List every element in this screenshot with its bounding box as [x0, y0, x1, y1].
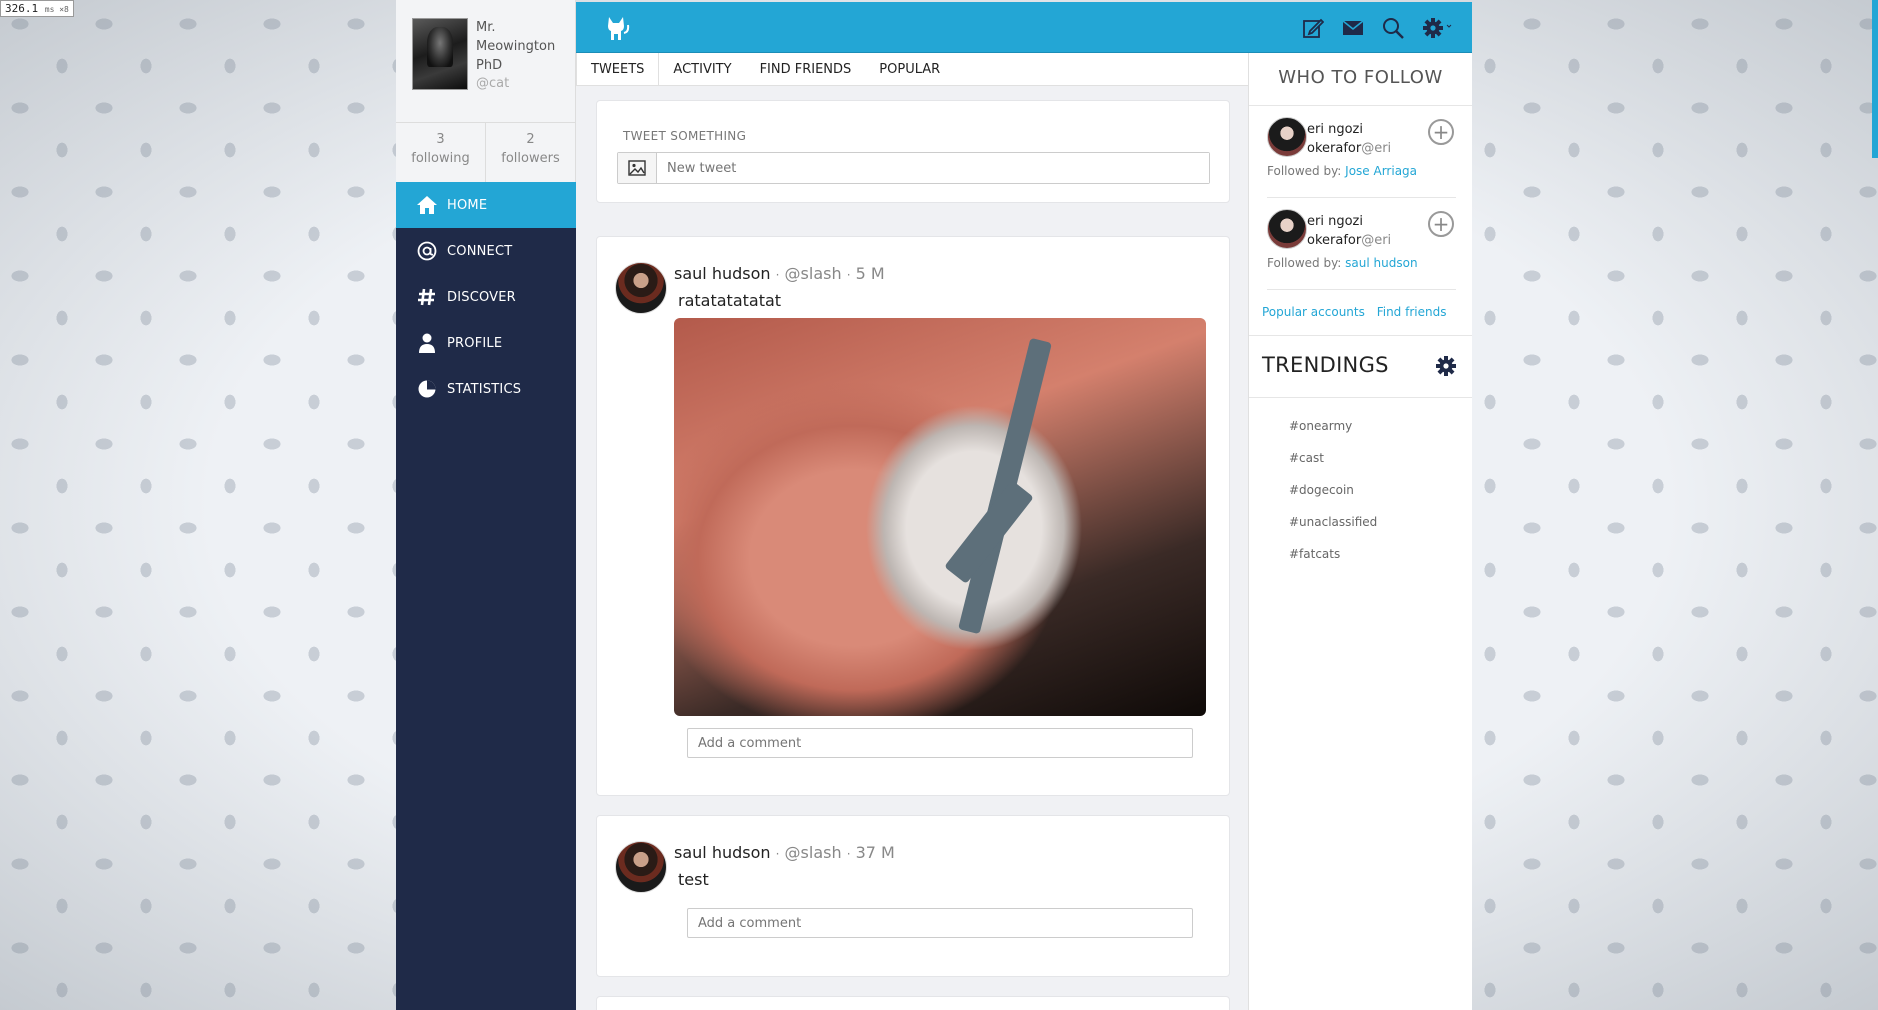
tab-activity[interactable]: ACTIVITY — [659, 53, 745, 85]
avatar[interactable] — [1267, 117, 1307, 157]
nav-label: CONNECT — [447, 243, 513, 259]
tab-find-friends[interactable]: FIND FRIENDS — [746, 53, 866, 85]
trend-item[interactable]: #fatcats — [1249, 538, 1472, 570]
avatar[interactable] — [412, 18, 468, 90]
profile-handle: @cat — [476, 76, 510, 91]
scrollbar[interactable] — [1872, 0, 1878, 158]
popular-accounts-link[interactable]: Popular accounts — [1262, 305, 1365, 319]
nav-item-connect[interactable]: CONNECT — [396, 228, 576, 274]
tweet-author[interactable]: saul hudson — [674, 264, 771, 283]
profile-name: Mr. Meowington PhD — [476, 20, 556, 73]
image-icon — [628, 160, 646, 176]
main-nav: HOME CONNECT DISCOVER PROFILE STATISTICS — [396, 182, 576, 412]
gear-icon[interactable] — [1435, 355, 1457, 381]
right-sidebar: WHO TO FOLLOW eri ngozi okerafor@eri + F… — [1248, 53, 1472, 1010]
nav-label: DISCOVER — [447, 289, 516, 305]
suggestion-name[interactable]: eri ngozi okerafor@eri — [1307, 120, 1417, 158]
top-bar-icons — [1302, 17, 1452, 39]
comment-input[interactable] — [687, 908, 1193, 938]
trendings-title: TRENDINGS — [1262, 353, 1389, 377]
plus-icon: + — [1432, 212, 1450, 236]
tweet-meta: · @slash · 37 M — [775, 843, 895, 862]
follow-suggestion: eri ngozi okerafor@eri + Followed by: Jo… — [1267, 106, 1456, 198]
user-icon — [416, 332, 438, 354]
avatar[interactable] — [615, 841, 667, 893]
tweet-text: test — [678, 870, 709, 889]
nav-item-profile[interactable]: PROFILE — [396, 320, 576, 366]
image-detail — [958, 337, 1052, 635]
tweet-text: ratatatatatat — [678, 291, 782, 310]
new-tweet-input[interactable] — [657, 153, 1209, 183]
nav-item-statistics[interactable]: STATISTICS — [396, 366, 576, 412]
trend-item[interactable]: #dogecoin — [1249, 474, 1472, 506]
compose-icon[interactable] — [1302, 17, 1324, 39]
tweet-image[interactable] — [674, 318, 1206, 716]
main-feed: TWEETS ACTIVITY FIND FRIENDS POPULAR TWE… — [576, 53, 1248, 1010]
home-icon — [416, 194, 438, 216]
trend-item[interactable]: #onearmy — [1249, 410, 1472, 442]
avatar[interactable] — [1267, 209, 1307, 249]
tweet-author[interactable]: saul hudson — [674, 843, 771, 862]
follow-button[interactable]: + — [1428, 211, 1454, 237]
tab-popular[interactable]: POPULAR — [865, 53, 954, 85]
trend-item[interactable]: #unaclassified — [1249, 506, 1472, 538]
followed-by-link[interactable]: saul hudson — [1345, 256, 1417, 270]
followers-stat[interactable]: 2 followers — [485, 123, 575, 182]
avatar[interactable] — [615, 262, 667, 314]
hash-icon — [416, 286, 438, 308]
profile-stats: 3 following 2 followers — [396, 122, 576, 182]
nav-label: HOME — [447, 197, 488, 213]
tab-tweets[interactable]: TWEETS — [576, 53, 660, 85]
tweet-card: saul hudson · @slash · 5 M ratatatatatat — [596, 236, 1230, 796]
followed-by: Followed by: Jose Arriaga — [1267, 164, 1418, 178]
tweet-header: saul hudson · @slash · 5 M — [674, 264, 885, 283]
top-bar — [576, 2, 1472, 53]
followed-by-link[interactable]: Jose Arriaga — [1345, 164, 1417, 178]
compose-card: TWEET SOMETHING — [596, 100, 1230, 203]
cat-logo-icon[interactable] — [606, 15, 630, 45]
feed-tabs: TWEETS ACTIVITY FIND FRIENDS POPULAR — [576, 53, 1248, 86]
find-friends-link[interactable]: Find friends — [1377, 305, 1447, 319]
profile-card[interactable]: Mr. Meowington PhD @cat — [396, 0, 576, 122]
comment-input[interactable] — [687, 728, 1193, 758]
image-upload-button[interactable] — [618, 153, 657, 183]
sidebar: Mr. Meowington PhD @cat 3 following 2 fo… — [396, 0, 576, 1010]
tweet-meta: · @slash · 5 M — [775, 264, 885, 283]
who-to-follow-title: WHO TO FOLLOW — [1249, 53, 1472, 106]
follow-button[interactable]: + — [1428, 119, 1454, 145]
nav-label: STATISTICS — [447, 381, 522, 397]
compose-box — [617, 152, 1210, 184]
perf-badge: 326.1 ms ×8 — [0, 0, 74, 17]
suggestion-name[interactable]: eri ngozi okerafor@eri — [1307, 212, 1417, 250]
plus-icon: + — [1432, 120, 1450, 144]
app: Mr. Meowington PhD @cat 3 following 2 fo… — [396, 0, 1472, 1010]
gear-icon[interactable] — [1422, 17, 1452, 39]
follow-suggestion: eri ngozi okerafor@eri + Followed by: sa… — [1267, 198, 1456, 290]
tweet-header: saul hudson · @slash · 37 M — [674, 843, 895, 862]
nav-item-discover[interactable]: DISCOVER — [396, 274, 576, 320]
nav-item-home[interactable]: HOME — [396, 182, 576, 228]
tweet-card: saul hudson · @slash · 37 M test — [596, 815, 1230, 977]
trendings-header: TRENDINGS — [1249, 336, 1472, 398]
pie-chart-icon — [416, 378, 438, 400]
nav-label: PROFILE — [447, 335, 503, 351]
tweet-card — [596, 996, 1230, 1010]
following-stat[interactable]: 3 following — [396, 123, 485, 182]
followed-by: Followed by: saul hudson — [1267, 256, 1418, 270]
at-icon — [416, 240, 438, 262]
follow-links: Popular accounts Find friends — [1249, 290, 1472, 336]
compose-label: TWEET SOMETHING — [623, 129, 747, 143]
mail-icon[interactable] — [1342, 20, 1364, 36]
search-icon[interactable] — [1382, 17, 1404, 39]
trend-list: #onearmy #cast #dogecoin #unaclassified … — [1249, 398, 1472, 570]
trend-item[interactable]: #cast — [1249, 442, 1472, 474]
